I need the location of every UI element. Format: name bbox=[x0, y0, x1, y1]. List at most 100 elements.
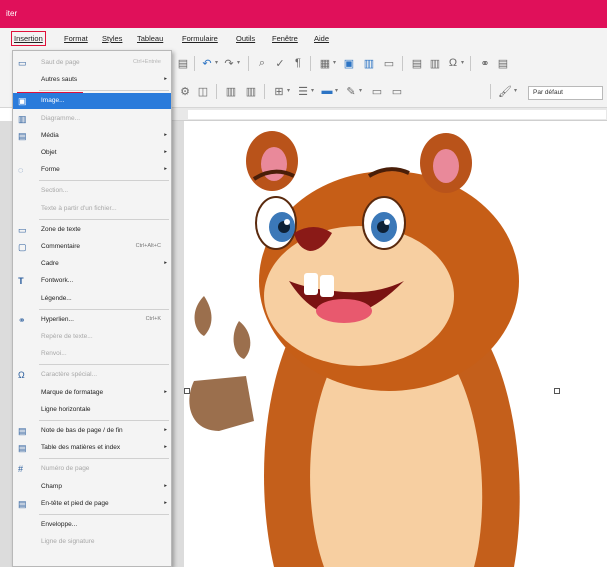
format-paintbrush-icon[interactable]: 🖌 bbox=[498, 84, 512, 98]
insert-menu-item-label: Marque de formatage bbox=[41, 388, 104, 396]
horizontal-ruler[interactable] bbox=[172, 108, 607, 121]
insert-chart-icon[interactable]: ▥ bbox=[362, 56, 376, 70]
navigator-icon[interactable]: ⚙ bbox=[178, 84, 192, 98]
insert-menu-item-label: Zone de texte bbox=[41, 225, 81, 233]
insert-menu-item-label: Image... bbox=[41, 97, 65, 105]
insert-menu-item-label: Ligne horizontale bbox=[41, 405, 91, 413]
insert-menu-item-label: Table des matières et index bbox=[41, 444, 121, 452]
insert-menu-item: Texte à partir d'un fichier... bbox=[13, 201, 171, 217]
insert-menu-item[interactable]: Objet ▸ bbox=[13, 145, 171, 161]
insert-field-icon[interactable]: ▥ bbox=[428, 56, 442, 70]
insert-table-icon[interactable]: ▦ bbox=[318, 56, 332, 70]
menu-separator bbox=[39, 514, 169, 515]
insert-menu-item[interactable]: ▣ Image... bbox=[13, 93, 171, 110]
menu-separator bbox=[39, 90, 169, 92]
formatting-marks-icon[interactable]: ¶ bbox=[291, 56, 305, 70]
insert-menu-item[interactable]: ▤ Table des matières et index ▸ bbox=[13, 440, 171, 456]
comment-icon: ▢ bbox=[18, 242, 27, 252]
insert-menu-item: Section... bbox=[13, 183, 171, 199]
footnote-icon: ▤ bbox=[18, 426, 27, 436]
shape-icon: ◌ bbox=[18, 165, 24, 176]
submenu-arrow-icon: ▸ bbox=[164, 166, 167, 173]
hyperlink-icon[interactable]: ⚭ bbox=[478, 56, 492, 70]
insert-menu-item-label: Texte à partir d'un fichier... bbox=[41, 204, 117, 212]
insert-menu-item[interactable]: ◌ Forme ▸ bbox=[13, 162, 171, 178]
menu-tableau[interactable]: Tableau bbox=[137, 34, 163, 43]
page-break-icon: ▭ bbox=[18, 58, 27, 68]
insert-image-icon[interactable]: ▣ bbox=[342, 56, 356, 70]
insert-menu-item[interactable]: ▤ Média ▸ bbox=[13, 128, 171, 144]
image-resize-handle[interactable] bbox=[554, 388, 560, 394]
footnote-icon[interactable]: ▤ bbox=[496, 56, 510, 70]
undo-icon[interactable]: ↶ bbox=[200, 56, 214, 70]
insert-menu-item-label: Média bbox=[41, 131, 59, 139]
chart-icon: ▥ bbox=[18, 113, 27, 124]
insert-menu-item[interactable]: Autres sauts ▸ bbox=[13, 72, 171, 88]
align-left-icon[interactable]: ▥ bbox=[224, 84, 238, 98]
submenu-arrow-icon: ▸ bbox=[164, 260, 167, 267]
insert-menu-item: Ω Caractère spécial... bbox=[13, 367, 171, 383]
insert-textbox-icon[interactable]: ▭ bbox=[382, 56, 396, 70]
insert-menu-item[interactable]: Enveloppe... bbox=[13, 517, 171, 533]
insert-menu-item[interactable]: 𝐓 Fontwork... bbox=[13, 273, 171, 289]
menu-separator bbox=[39, 308, 169, 310]
insert-menu-item[interactable]: Champ ▸ bbox=[13, 479, 171, 495]
header-footer-icon: ▤ bbox=[18, 498, 27, 509]
highlight-color-icon[interactable]: ✎ bbox=[344, 84, 358, 98]
menu-separator bbox=[39, 364, 169, 366]
insert-menu-item[interactable]: Cadre ▸ bbox=[13, 256, 171, 272]
toc-icon: ▤ bbox=[18, 443, 27, 454]
insert-menu-item: ▥ Diagramme... bbox=[13, 111, 171, 127]
menu-separator bbox=[39, 218, 169, 220]
page-number-icon: # bbox=[18, 464, 24, 475]
insert-menu-item-label: Diagramme... bbox=[41, 114, 81, 122]
insert-menu-item: Ligne de signature bbox=[13, 534, 171, 550]
menu-styles[interactable]: Styles bbox=[102, 34, 122, 43]
menu-format[interactable]: Format bbox=[64, 34, 88, 43]
insert-menu-item[interactable]: Ligne horizontale bbox=[13, 402, 171, 418]
menu-formulaire[interactable]: Formulaire bbox=[182, 34, 218, 43]
insert-menu-item[interactable]: ▤ En-tête et pied de page ▸ bbox=[13, 496, 171, 512]
insert-menu-item-label: Commentaire bbox=[41, 243, 81, 250]
insert-frame-icon[interactable]: ▭ bbox=[370, 84, 384, 98]
menu-insertion[interactable]: Insertion bbox=[11, 31, 46, 46]
borders-icon[interactable]: ⊞ bbox=[272, 84, 286, 98]
menu-separator bbox=[39, 458, 169, 460]
submenu-arrow-icon: ▸ bbox=[164, 131, 167, 138]
insert-menu-item: Repère de texte... bbox=[13, 329, 171, 345]
align-right-icon[interactable]: ▥ bbox=[244, 84, 258, 98]
crop-icon[interactable]: ▭ bbox=[390, 84, 404, 98]
text-box-icon: ▭ bbox=[18, 224, 27, 235]
insert-special-icon[interactable]: ▤ bbox=[410, 56, 424, 70]
menu-aide[interactable]: Aide bbox=[314, 34, 329, 43]
image-resize-handle[interactable] bbox=[184, 388, 190, 394]
insert-menu-item-label: Saut de page bbox=[41, 59, 80, 66]
insert-menu-item-label: Autres sauts bbox=[41, 76, 78, 84]
insert-menu-item[interactable]: ▤ Note de bas de page / de fin ▸ bbox=[13, 423, 171, 439]
redo-icon[interactable]: ↷ bbox=[222, 56, 236, 70]
media-icon: ▤ bbox=[18, 130, 27, 141]
insert-menu-item[interactable]: ▭ Zone de texte bbox=[13, 222, 171, 238]
insert-menu-item[interactable]: ⚭ Hyperlien... Ctrl+K bbox=[13, 312, 171, 328]
paste-icon[interactable]: ▤ bbox=[176, 56, 190, 70]
submenu-arrow-icon: ▸ bbox=[164, 499, 167, 506]
menu-outils[interactable]: Outils bbox=[236, 34, 255, 43]
groundhog-image[interactable] bbox=[184, 121, 607, 567]
styles-icon[interactable]: ◫ bbox=[196, 84, 210, 98]
menu-fenetre[interactable]: Fenêtre bbox=[272, 34, 298, 43]
insert-menu-item-label: Légende... bbox=[41, 294, 72, 302]
image-icon: ▣ bbox=[18, 96, 27, 107]
background-color-icon[interactable]: ▬ bbox=[320, 84, 334, 98]
insert-menu-item[interactable]: ▢ Commentaire Ctrl+Alt+C bbox=[13, 239, 171, 255]
insert-menu-item: # Numéro de page bbox=[13, 461, 171, 477]
fontwork-icon: 𝐓 bbox=[18, 276, 24, 287]
insert-menu-item[interactable]: Légende... bbox=[13, 291, 171, 307]
insert-symbol-icon[interactable]: Ω bbox=[446, 56, 460, 70]
insert-menu-item-label: En-tête et pied de page bbox=[41, 499, 109, 507]
paragraph-style-select[interactable]: Par défaut bbox=[528, 86, 603, 100]
insert-menu-item[interactable]: Marque de formatage ▸ bbox=[13, 385, 171, 401]
spellcheck-icon[interactable]: ✓ bbox=[273, 56, 287, 70]
find-replace-icon[interactable]: ⌕ bbox=[255, 56, 269, 70]
document-page[interactable] bbox=[184, 121, 607, 567]
line-spacing-icon[interactable]: ☰ bbox=[296, 84, 310, 98]
